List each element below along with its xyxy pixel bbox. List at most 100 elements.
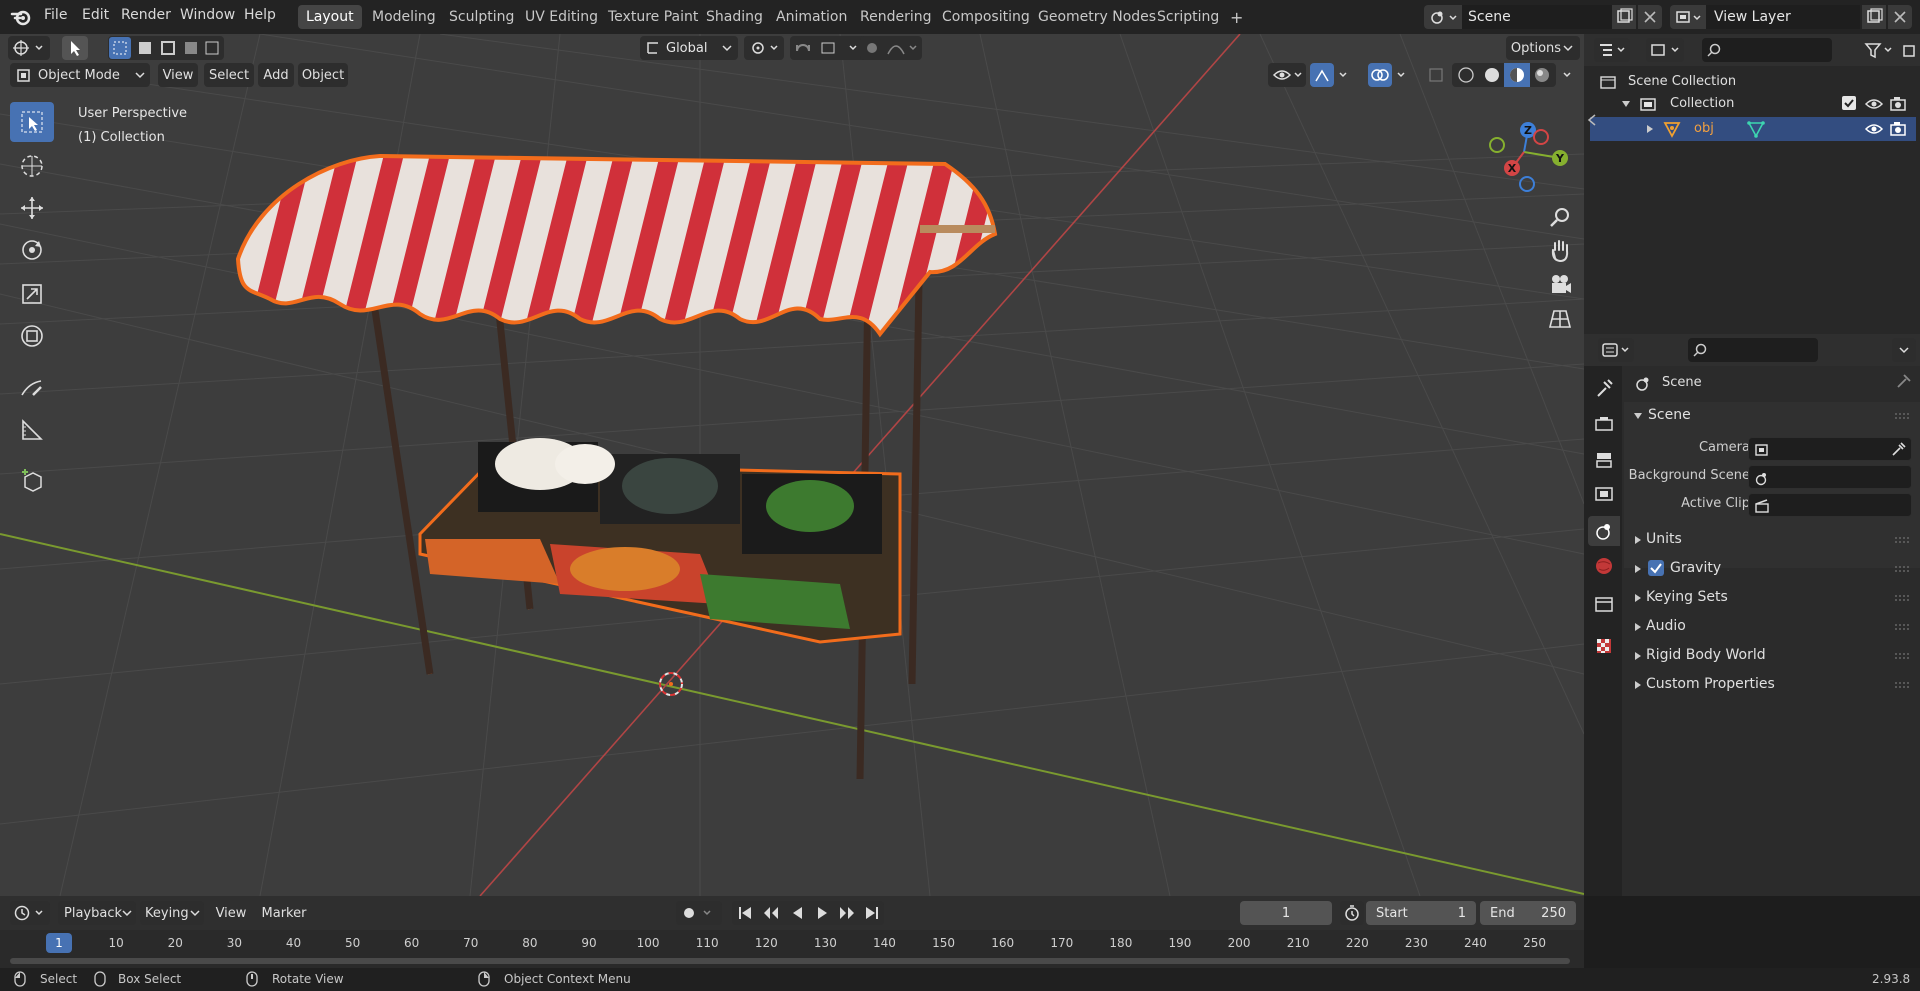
outliner-search-input[interactable] <box>1702 38 1832 62</box>
subpanel-units[interactable]: Units <box>1624 526 1920 554</box>
outliner-obj-label[interactable]: obj <box>1694 121 1714 136</box>
visibility-eye-icon[interactable] <box>1864 94 1884 114</box>
cursor-tool-icon[interactable] <box>10 146 54 186</box>
options-dropdown[interactable]: Options <box>1506 36 1580 60</box>
properties-options-icon[interactable] <box>1892 338 1916 362</box>
add-cube-tool-icon[interactable] <box>10 460 54 500</box>
playback-controls[interactable] <box>732 901 884 925</box>
timeline-menu-playback[interactable]: Playback <box>58 901 136 925</box>
camera-field[interactable] <box>1748 437 1912 461</box>
view-layer-properties-tab-icon[interactable] <box>1592 482 1616 506</box>
tab-shading[interactable]: Shading <box>698 5 771 29</box>
collection-properties-tab-icon[interactable] <box>1592 592 1616 616</box>
scene-properties-tab-icon[interactable] <box>1588 516 1620 546</box>
texture-properties-tab-icon[interactable] <box>1592 634 1616 658</box>
sidebar-toggle-arrow-icon[interactable] <box>1587 114 1597 126</box>
menu-window[interactable]: Window <box>180 7 235 23</box>
active-clip-field[interactable] <box>1748 493 1912 517</box>
tab-uv-editing[interactable]: UV Editing <box>517 5 606 29</box>
scene-panel-collapse-icon[interactable] <box>1632 410 1644 422</box>
auto-keying-icon[interactable] <box>676 901 722 925</box>
timeline-panel[interactable]: Playback Keying View Marker 1 Start 1 En… <box>0 896 1584 968</box>
scene-browse-button[interactable] <box>1424 5 1462 29</box>
viewport-menu-object[interactable]: Object <box>298 63 348 87</box>
viewport-menu-add[interactable]: Add <box>258 63 294 87</box>
annotate-tool-icon[interactable] <box>10 368 54 408</box>
proportional-editing-icon[interactable] <box>860 36 922 60</box>
pan-hand-icon[interactable] <box>1545 236 1575 266</box>
pivot-point-icon[interactable] <box>744 36 784 60</box>
timeline-menu-keying[interactable]: Keying <box>140 901 204 925</box>
editor-type-button[interactable] <box>8 36 50 60</box>
exclude-checkbox[interactable] <box>1842 96 1856 110</box>
new-scene-icon[interactable] <box>1612 5 1636 29</box>
timeline-menu-marker[interactable]: Marker <box>258 901 310 925</box>
scene-panel-title[interactable]: Scene <box>1648 407 1691 423</box>
selection-mode-buttons[interactable] <box>108 36 224 60</box>
scale-tool-icon[interactable] <box>10 274 54 314</box>
properties-search-input[interactable] <box>1688 338 1818 362</box>
snap-icon[interactable] <box>790 36 870 60</box>
rotate-tool-icon[interactable] <box>10 230 54 270</box>
preview-range-icon[interactable] <box>1340 901 1364 925</box>
delete-scene-icon[interactable] <box>1638 5 1662 29</box>
3d-viewport[interactable]: Global Options Object Mode View Select A… <box>0 34 1584 896</box>
render-camera-icon[interactable] <box>1888 94 1908 114</box>
viewport-menu-select[interactable]: Select <box>204 63 254 87</box>
view-layer-field[interactable]: View Layer <box>1706 5 1860 29</box>
outliner-scene-collection[interactable]: Scene Collection <box>1628 74 1736 89</box>
menu-render[interactable]: Render <box>121 7 171 23</box>
subpanel-custom-properties[interactable]: Custom Properties <box>1624 671 1920 699</box>
tab-rendering[interactable]: Rendering <box>852 5 940 29</box>
menu-file[interactable]: File <box>44 7 67 23</box>
add-workspace-button[interactable]: + <box>1222 5 1251 29</box>
camera-view-icon[interactable] <box>1545 270 1575 300</box>
start-frame-field[interactable]: Start 1 <box>1366 901 1476 925</box>
tab-animation[interactable]: Animation <box>768 5 855 29</box>
measure-tool-icon[interactable] <box>10 410 54 450</box>
tab-modeling[interactable]: Modeling <box>364 5 444 29</box>
transform-orientation-dropdown[interactable]: Global <box>640 36 738 60</box>
tab-geometry-nodes[interactable]: Geometry Nodes <box>1030 5 1164 29</box>
drag-handle-icon[interactable] <box>1894 412 1910 420</box>
outliner-editor-type-icon[interactable] <box>1594 38 1630 62</box>
pin-icon[interactable] <box>1894 371 1914 391</box>
subpanel-keying-sets[interactable]: Keying Sets <box>1624 584 1920 612</box>
select-tool-icon[interactable] <box>62 36 88 60</box>
properties-editor-type-icon[interactable] <box>1598 338 1634 362</box>
subpanel-audio[interactable]: Audio <box>1624 613 1920 641</box>
viewport-canvas[interactable] <box>0 34 1584 896</box>
perspective-toggle-icon[interactable] <box>1545 304 1575 334</box>
move-tool-icon[interactable] <box>10 188 54 228</box>
subpanel-rigid-body-world[interactable]: Rigid Body World <box>1624 642 1920 670</box>
navigation-gizmo[interactable]: Z Y X <box>1478 102 1568 202</box>
blender-logo-icon[interactable] <box>10 6 32 28</box>
tab-texture-paint[interactable]: Texture Paint <box>600 5 706 29</box>
tab-scripting[interactable]: Scripting <box>1149 5 1227 29</box>
render-properties-tab-icon[interactable] <box>1592 412 1616 436</box>
mesh-data-icon[interactable] <box>1746 119 1766 139</box>
current-frame-field[interactable]: 1 <box>1240 901 1332 925</box>
scene-name-field[interactable]: Scene <box>1462 5 1612 29</box>
obj-visibility-eye-icon[interactable] <box>1864 119 1884 139</box>
object-mode-dropdown[interactable]: Object Mode <box>10 63 150 87</box>
outliner-collection-label[interactable]: Collection <box>1670 96 1734 111</box>
new-collection-icon[interactable] <box>1902 38 1918 62</box>
collapse-arrow-icon[interactable] <box>1644 123 1656 135</box>
background-scene-field[interactable] <box>1748 465 1912 489</box>
timeline-scrollbar[interactable] <box>10 958 1570 964</box>
output-properties-tab-icon[interactable] <box>1592 448 1616 472</box>
properties-panel[interactable]: Scene Scene Camera Background Scene Acti… <box>1584 334 1920 896</box>
tab-compositing[interactable]: Compositing <box>934 5 1038 29</box>
end-frame-field[interactable]: End 250 <box>1480 901 1576 925</box>
menu-edit[interactable]: Edit <box>82 7 109 23</box>
tab-sculpting[interactable]: Sculpting <box>441 5 522 29</box>
select-box-tool-icon[interactable] <box>10 102 54 142</box>
delete-view-layer-icon[interactable] <box>1888 5 1912 29</box>
viewport-menu-view[interactable]: View <box>158 63 198 87</box>
tab-layout[interactable]: Layout <box>298 5 362 29</box>
new-view-layer-icon[interactable] <box>1862 5 1886 29</box>
outliner-panel[interactable]: Scene Collection Collection obj <box>1584 34 1920 334</box>
tool-properties-tab-icon[interactable] <box>1592 376 1616 400</box>
expand-arrow-icon[interactable] <box>1620 98 1632 110</box>
